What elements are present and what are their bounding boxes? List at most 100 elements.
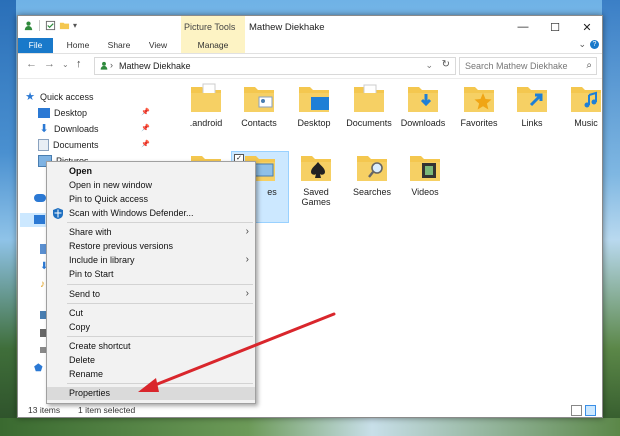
menu-item-delete[interactable]: Delete <box>47 354 255 367</box>
folder-item[interactable]: Saved Games <box>288 152 344 222</box>
menu-item-open-new-window[interactable]: Open in new window <box>47 179 255 192</box>
menu-item-label: Restore previous versions <box>69 241 174 251</box>
address-row: ← → ⌄ ↑ › Mathew Diekhake ⌄ ↻ Search Mat… <box>18 54 602 79</box>
breadcrumb-chevron-icon: › <box>110 60 113 70</box>
folder-label: Videos <box>411 187 439 197</box>
menu-item-label: Pin to Start <box>69 269 114 279</box>
picture-tools-tab-header: Picture Tools <box>181 16 245 38</box>
nav-item-downloads[interactable]: ⬇ Downloads <box>38 121 98 136</box>
folder-label: Documents <box>346 118 392 128</box>
folder-item[interactable]: Downloads <box>395 83 451 153</box>
menu-item-open[interactable]: Open <box>47 165 255 178</box>
submenu-arrow-icon: › <box>245 254 249 265</box>
up-icon[interactable]: ↑ <box>76 58 82 70</box>
menu-item-pin-quick-access[interactable]: Pin to Quick access <box>47 193 255 206</box>
folder-label: Music <box>574 118 598 128</box>
nav-item-quick-access[interactable]: ★ Quick access <box>24 89 94 104</box>
ribbon-tabs: File Home Share View Manage ⌄ ? <box>18 38 602 54</box>
ribbon-expand-icon[interactable]: ⌄ <box>578 39 586 50</box>
tab-home[interactable]: Home <box>58 38 98 53</box>
close-button[interactable]: ✕ <box>572 16 602 38</box>
folder-item[interactable]: Desktop <box>286 83 342 153</box>
pin-icon[interactable]: 📌 <box>141 124 150 132</box>
help-icon[interactable]: ? <box>590 40 599 49</box>
address-bar[interactable]: › Mathew Diekhake ⌄ ↻ <box>94 57 456 75</box>
tab-share[interactable]: Share <box>100 38 138 53</box>
menu-item-properties[interactable]: Properties <box>47 387 255 400</box>
nav-item-label: Desktop <box>54 107 88 118</box>
folder-label: Searches <box>352 187 392 197</box>
forward-icon[interactable]: → <box>44 58 55 70</box>
submenu-arrow-icon: › <box>245 226 249 237</box>
folder-item[interactable]: Contacts <box>231 83 287 153</box>
folder-item[interactable]: Music <box>558 83 602 153</box>
folder-item[interactable]: Documents <box>341 83 397 153</box>
folder-label: Links <box>521 118 543 128</box>
recent-locations-icon[interactable]: ⌄ <box>62 60 69 69</box>
network-icon: ⬟ <box>34 363 43 374</box>
desktop-background-left <box>0 0 16 436</box>
menu-item-rename[interactable]: Rename <box>47 368 255 381</box>
star-icon: ★ <box>25 91 35 103</box>
searches-folder-icon <box>357 156 387 181</box>
menu-item-label: Rename <box>69 369 104 379</box>
nav-item-desktop[interactable]: Desktop <box>38 105 87 120</box>
picture-tools-label: Picture Tools <box>184 22 236 32</box>
folder-item[interactable]: Searches <box>344 152 400 222</box>
menu-separator <box>67 303 253 304</box>
folder-item[interactable]: .android <box>178 83 234 153</box>
menu-item-create-shortcut[interactable]: Create shortcut <box>47 340 255 353</box>
folder-label: Favorites <box>460 118 498 128</box>
details-view-icon[interactable] <box>571 405 582 416</box>
videos-folder-icon <box>410 156 440 181</box>
menu-separator <box>67 222 253 223</box>
pin-icon[interactable]: 📌 <box>141 140 150 148</box>
music-icon: ♪ <box>40 279 45 290</box>
folder-item[interactable]: Videos <box>397 152 453 222</box>
folder-item[interactable]: Favorites <box>451 83 507 153</box>
desktop-background-bottom <box>0 418 620 436</box>
menu-item-label: Send to <box>69 289 101 299</box>
download-arrow-icon: ⬇ <box>39 122 49 135</box>
folder-item[interactable]: Links <box>504 83 560 153</box>
contacts-folder-icon <box>244 87 274 112</box>
pin-icon[interactable]: 📌 <box>141 108 150 116</box>
minimize-button[interactable]: — <box>508 16 538 38</box>
menu-item-share-with[interactable]: Share with › <box>47 226 255 239</box>
new-folder-icon[interactable] <box>59 20 70 31</box>
nav-item-documents[interactable]: Documents <box>38 137 99 152</box>
menu-item-label: Copy <box>69 322 91 332</box>
tab-view[interactable]: View <box>140 38 176 53</box>
menu-separator <box>67 284 253 285</box>
properties-icon[interactable] <box>45 20 56 31</box>
refresh-icon[interactable]: ↻ <box>442 59 450 70</box>
user-folder-icon <box>100 61 108 70</box>
documents-icon <box>38 138 49 151</box>
tab-manage[interactable]: Manage <box>181 38 245 53</box>
menu-separator <box>67 336 253 337</box>
onedrive-icon <box>34 194 46 202</box>
quick-access-toolbar: ▾ <box>23 20 77 31</box>
menu-item-pin-start[interactable]: Pin to Start <box>47 268 255 281</box>
tab-file[interactable]: File <box>18 38 53 53</box>
back-icon[interactable]: ← <box>26 58 37 70</box>
selection-count: 1 item selected <box>78 405 136 415</box>
desktop-background-right <box>602 0 620 436</box>
menu-item-restore-versions[interactable]: Restore previous versions <box>47 240 255 253</box>
large-icons-view-icon[interactable] <box>585 405 596 416</box>
search-icon: ⌕ <box>586 60 592 71</box>
favorites-folder-icon <box>464 87 494 112</box>
nav-item-label: Quick access <box>40 91 94 102</box>
maximize-button[interactable]: ☐ <box>540 16 570 38</box>
menu-item-cut[interactable]: Cut <box>47 307 255 320</box>
menu-item-scan-defender[interactable]: Scan with Windows Defender... <box>47 207 255 220</box>
folder-label: Contacts <box>241 118 277 128</box>
menu-item-include-library[interactable]: Include in library › <box>47 254 255 267</box>
status-bar: 13 items 1 item selected <box>18 403 602 417</box>
menu-item-copy[interactable]: Copy <box>47 321 255 334</box>
qat-dropdown-icon[interactable]: ▾ <box>73 21 77 30</box>
folder-label: Saved Games <box>301 187 331 207</box>
search-input[interactable]: Search Mathew Diekhake ⌕ <box>459 57 597 75</box>
address-dropdown-icon[interactable]: ⌄ <box>425 60 433 71</box>
menu-item-send-to[interactable]: Send to › <box>47 288 255 301</box>
